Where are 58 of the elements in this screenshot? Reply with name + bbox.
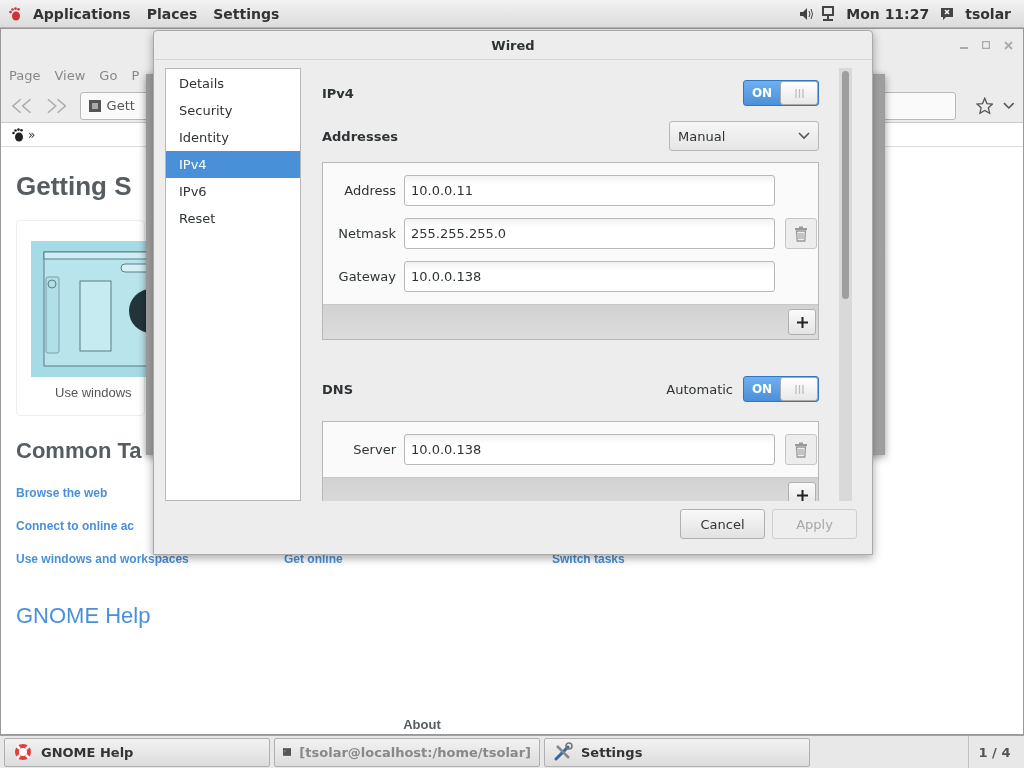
sidebar-item[interactable]: Identity (166, 124, 300, 151)
add-button[interactable] (788, 482, 816, 501)
minimize-icon (960, 47, 968, 49)
sidebar-item[interactable]: Security (166, 97, 300, 124)
chat-icon (940, 6, 955, 21)
volume-icon (799, 6, 816, 21)
grip-icon (794, 88, 804, 98)
foot-icon (8, 6, 22, 21)
network-icon (821, 5, 836, 22)
sidebar-item[interactable]: Details (166, 70, 300, 97)
foot-icon (11, 127, 25, 142)
top-bar-menu[interactable]: Places (141, 5, 203, 22)
input-field[interactable]: 255.255.255.0 (404, 218, 775, 249)
field-label: Address (343, 183, 397, 198)
star-icon (975, 96, 994, 115)
dialog-title: Wired (491, 37, 535, 53)
close-icon (1004, 40, 1013, 50)
field-label: Server (352, 442, 397, 457)
top-bar-menu[interactable]: Settings (208, 5, 285, 22)
user-menu[interactable]: tsolar (960, 5, 1016, 22)
delete-button[interactable] (785, 218, 817, 249)
sidebar-item[interactable]: IPv6 (166, 178, 300, 205)
card-caption: Use windows (55, 385, 132, 400)
sidebar-item[interactable]: Reset (166, 205, 300, 232)
maximize-icon (982, 41, 990, 49)
chevron-icon (1003, 101, 1015, 110)
taskbar-button[interactable]: GNOME Help (4, 737, 270, 767)
switch-label: Automatic (666, 381, 733, 397)
about-link[interactable]: About (403, 717, 441, 732)
method-dropdown[interactable]: Manual (669, 121, 819, 151)
section-heading: Common Ta (16, 438, 142, 464)
dialog-button[interactable]: Cancel (680, 509, 765, 539)
scrollbar[interactable] (839, 68, 852, 501)
section-title: Addresses (322, 128, 398, 144)
trash-icon (794, 225, 808, 242)
workspace-indicator[interactable]: 1 / 4 (968, 735, 1020, 768)
plus-icon (796, 316, 808, 328)
field-label: Gateway (337, 269, 397, 284)
field-label: Netmask (337, 226, 397, 241)
section-title: IPv4 (322, 85, 354, 101)
plus-icon (796, 489, 808, 501)
top-bar-menu[interactable]: Applications (28, 5, 136, 22)
page-heading: Getting S (16, 171, 132, 202)
grip-icon (794, 384, 804, 394)
section-title: DNS (322, 381, 354, 397)
breadcrumb[interactable]: » (28, 127, 36, 142)
taskbar-button[interactable]: Settings (544, 737, 810, 767)
trash-icon (794, 441, 808, 458)
add-button[interactable] (788, 309, 816, 335)
tools-icon (553, 742, 573, 762)
clock[interactable]: Mon 11:27 (841, 5, 935, 22)
chevron-icon (798, 132, 810, 140)
lifebuoy-icon (13, 742, 33, 762)
input-field[interactable]: 10.0.0.11 (404, 175, 775, 206)
delete-button[interactable] (785, 434, 817, 465)
input-field[interactable]: 10.0.0.138 (404, 434, 775, 465)
page-icon (88, 99, 101, 112)
input-field[interactable]: 10.0.0.138 (404, 261, 775, 292)
